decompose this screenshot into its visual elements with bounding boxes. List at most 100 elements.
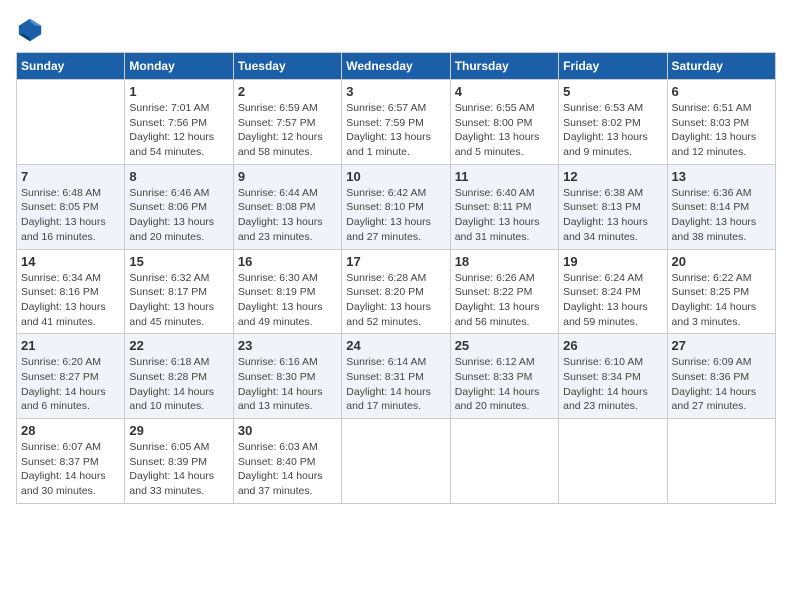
day-info: Sunrise: 6:16 AMSunset: 8:30 PMDaylight:… — [238, 355, 337, 414]
calendar-cell: 5 Sunrise: 6:53 AMSunset: 8:02 PMDaylight… — [559, 80, 667, 165]
day-info: Sunrise: 6:28 AMSunset: 8:20 PMDaylight:… — [346, 271, 445, 330]
day-info: Sunrise: 6:12 AMSunset: 8:33 PMDaylight:… — [455, 355, 554, 414]
weekday-header-thursday: Thursday — [450, 53, 558, 80]
day-number: 7 — [21, 169, 120, 184]
day-number: 11 — [455, 169, 554, 184]
day-info: Sunrise: 6:40 AMSunset: 8:11 PMDaylight:… — [455, 186, 554, 245]
day-number: 28 — [21, 423, 120, 438]
weekday-header-wednesday: Wednesday — [342, 53, 450, 80]
calendar-week-2: 7 Sunrise: 6:48 AMSunset: 8:05 PMDaylight… — [17, 164, 776, 249]
logo-icon — [16, 16, 44, 44]
day-info: Sunrise: 6:59 AMSunset: 7:57 PMDaylight:… — [238, 101, 337, 160]
calendar-cell: 10 Sunrise: 6:42 AMSunset: 8:10 PMDayligh… — [342, 164, 450, 249]
weekday-header-friday: Friday — [559, 53, 667, 80]
day-number: 25 — [455, 338, 554, 353]
weekday-header-sunday: Sunday — [17, 53, 125, 80]
day-info: Sunrise: 6:22 AMSunset: 8:25 PMDaylight:… — [672, 271, 771, 330]
calendar-cell: 7 Sunrise: 6:48 AMSunset: 8:05 PMDaylight… — [17, 164, 125, 249]
day-number: 15 — [129, 254, 228, 269]
day-info: Sunrise: 6:46 AMSunset: 8:06 PMDaylight:… — [129, 186, 228, 245]
day-number: 18 — [455, 254, 554, 269]
day-info: Sunrise: 6:26 AMSunset: 8:22 PMDaylight:… — [455, 271, 554, 330]
day-number: 14 — [21, 254, 120, 269]
day-info: Sunrise: 6:07 AMSunset: 8:37 PMDaylight:… — [21, 440, 120, 499]
calendar-cell: 18 Sunrise: 6:26 AMSunset: 8:22 PMDayligh… — [450, 249, 558, 334]
calendar-week-3: 14 Sunrise: 6:34 AMSunset: 8:16 PMDayligh… — [17, 249, 776, 334]
day-number: 19 — [563, 254, 662, 269]
day-number: 22 — [129, 338, 228, 353]
day-info: Sunrise: 6:48 AMSunset: 8:05 PMDaylight:… — [21, 186, 120, 245]
day-info: Sunrise: 6:14 AMSunset: 8:31 PMDaylight:… — [346, 355, 445, 414]
day-number: 1 — [129, 84, 228, 99]
day-number: 26 — [563, 338, 662, 353]
calendar-cell: 11 Sunrise: 6:40 AMSunset: 8:11 PMDayligh… — [450, 164, 558, 249]
calendar-cell: 21 Sunrise: 6:20 AMSunset: 8:27 PMDayligh… — [17, 334, 125, 419]
calendar-cell: 8 Sunrise: 6:46 AMSunset: 8:06 PMDaylight… — [125, 164, 233, 249]
day-number: 4 — [455, 84, 554, 99]
day-info: Sunrise: 6:42 AMSunset: 8:10 PMDaylight:… — [346, 186, 445, 245]
day-number: 20 — [672, 254, 771, 269]
calendar-cell: 26 Sunrise: 6:10 AMSunset: 8:34 PMDayligh… — [559, 334, 667, 419]
page-header — [16, 16, 776, 44]
calendar-cell: 3 Sunrise: 6:57 AMSunset: 7:59 PMDaylight… — [342, 80, 450, 165]
day-info: Sunrise: 7:01 AMSunset: 7:56 PMDaylight:… — [129, 101, 228, 160]
day-info: Sunrise: 6:51 AMSunset: 8:03 PMDaylight:… — [672, 101, 771, 160]
calendar-cell: 23 Sunrise: 6:16 AMSunset: 8:30 PMDayligh… — [233, 334, 341, 419]
calendar-cell: 16Sunrise: 6:30 AMSunset: 8:19 PMDayligh… — [233, 249, 341, 334]
calendar-week-5: 28 Sunrise: 6:07 AMSunset: 8:37 PMDayligh… — [17, 419, 776, 504]
day-number: 29 — [129, 423, 228, 438]
day-info: Sunrise: 6:38 AMSunset: 8:13 PMDaylight:… — [563, 186, 662, 245]
day-info: Sunrise: 6:24 AMSunset: 8:24 PMDaylight:… — [563, 271, 662, 330]
day-number: 10 — [346, 169, 445, 184]
calendar-cell: 30 Sunrise: 6:03 AMSunset: 8:40 PMDayligh… — [233, 419, 341, 504]
calendar-cell — [450, 419, 558, 504]
day-info: Sunrise: 6:18 AMSunset: 8:28 PMDaylight:… — [129, 355, 228, 414]
weekday-header-monday: Monday — [125, 53, 233, 80]
day-number: 13 — [672, 169, 771, 184]
day-number: 2 — [238, 84, 337, 99]
day-number: 30 — [238, 423, 337, 438]
calendar-cell: 24 Sunrise: 6:14 AMSunset: 8:31 PMDayligh… — [342, 334, 450, 419]
calendar-week-4: 21 Sunrise: 6:20 AMSunset: 8:27 PMDayligh… — [17, 334, 776, 419]
day-info: Sunrise: 6:34 AMSunset: 8:16 PMDaylight:… — [21, 271, 120, 330]
calendar-cell: 9 Sunrise: 6:44 AMSunset: 8:08 PMDaylight… — [233, 164, 341, 249]
day-number: 8 — [129, 169, 228, 184]
day-number: 12 — [563, 169, 662, 184]
calendar-cell: 14 Sunrise: 6:34 AMSunset: 8:16 PMDayligh… — [17, 249, 125, 334]
day-number: 5 — [563, 84, 662, 99]
day-info: Sunrise: 6:53 AMSunset: 8:02 PMDaylight:… — [563, 101, 662, 160]
day-number: 21 — [21, 338, 120, 353]
calendar-cell: 12 Sunrise: 6:38 AMSunset: 8:13 PMDayligh… — [559, 164, 667, 249]
day-number: 3 — [346, 84, 445, 99]
day-number: 23 — [238, 338, 337, 353]
calendar-cell: 17Sunrise: 6:28 AMSunset: 8:20 PMDayligh… — [342, 249, 450, 334]
day-info: Sunrise: 6:57 AMSunset: 7:59 PMDaylight:… — [346, 101, 445, 160]
day-number: 6 — [672, 84, 771, 99]
calendar-cell: 6 Sunrise: 6:51 AMSunset: 8:03 PMDaylight… — [667, 80, 775, 165]
logo — [16, 16, 48, 44]
day-info: Sunrise: 6:10 AMSunset: 8:34 PMDaylight:… — [563, 355, 662, 414]
calendar-cell: 22 Sunrise: 6:18 AMSunset: 8:28 PMDayligh… — [125, 334, 233, 419]
calendar-cell: 25 Sunrise: 6:12 AMSunset: 8:33 PMDayligh… — [450, 334, 558, 419]
day-info: Sunrise: 6:44 AMSunset: 8:08 PMDaylight:… — [238, 186, 337, 245]
calendar-cell — [559, 419, 667, 504]
calendar-cell: 2 Sunrise: 6:59 AMSunset: 7:57 PMDaylight… — [233, 80, 341, 165]
day-number: 24 — [346, 338, 445, 353]
weekday-header-saturday: Saturday — [667, 53, 775, 80]
day-number: 9 — [238, 169, 337, 184]
calendar-cell — [342, 419, 450, 504]
calendar-table: SundayMondayTuesdayWednesdayThursdayFrid… — [16, 52, 776, 504]
calendar-cell: 1 Sunrise: 7:01 AMSunset: 7:56 PMDaylight… — [125, 80, 233, 165]
day-info: Sunrise: 6:03 AMSunset: 8:40 PMDaylight:… — [238, 440, 337, 499]
calendar-cell — [667, 419, 775, 504]
day-info: Sunrise: 6:09 AMSunset: 8:36 PMDaylight:… — [672, 355, 771, 414]
calendar-cell: 19 Sunrise: 6:24 AMSunset: 8:24 PMDayligh… — [559, 249, 667, 334]
day-info: Sunrise: 6:30 AMSunset: 8:19 PMDaylight:… — [238, 271, 337, 330]
day-info: Sunrise: 6:55 AMSunset: 8:00 PMDaylight:… — [455, 101, 554, 160]
day-info: Sunrise: 6:20 AMSunset: 8:27 PMDaylight:… — [21, 355, 120, 414]
calendar-cell: 29Sunrise: 6:05 AMSunset: 8:39 PMDayligh… — [125, 419, 233, 504]
calendar-cell — [17, 80, 125, 165]
calendar-cell: 28 Sunrise: 6:07 AMSunset: 8:37 PMDayligh… — [17, 419, 125, 504]
weekday-header-row: SundayMondayTuesdayWednesdayThursdayFrid… — [17, 53, 776, 80]
calendar-cell: 20 Sunrise: 6:22 AMSunset: 8:25 PMDayligh… — [667, 249, 775, 334]
